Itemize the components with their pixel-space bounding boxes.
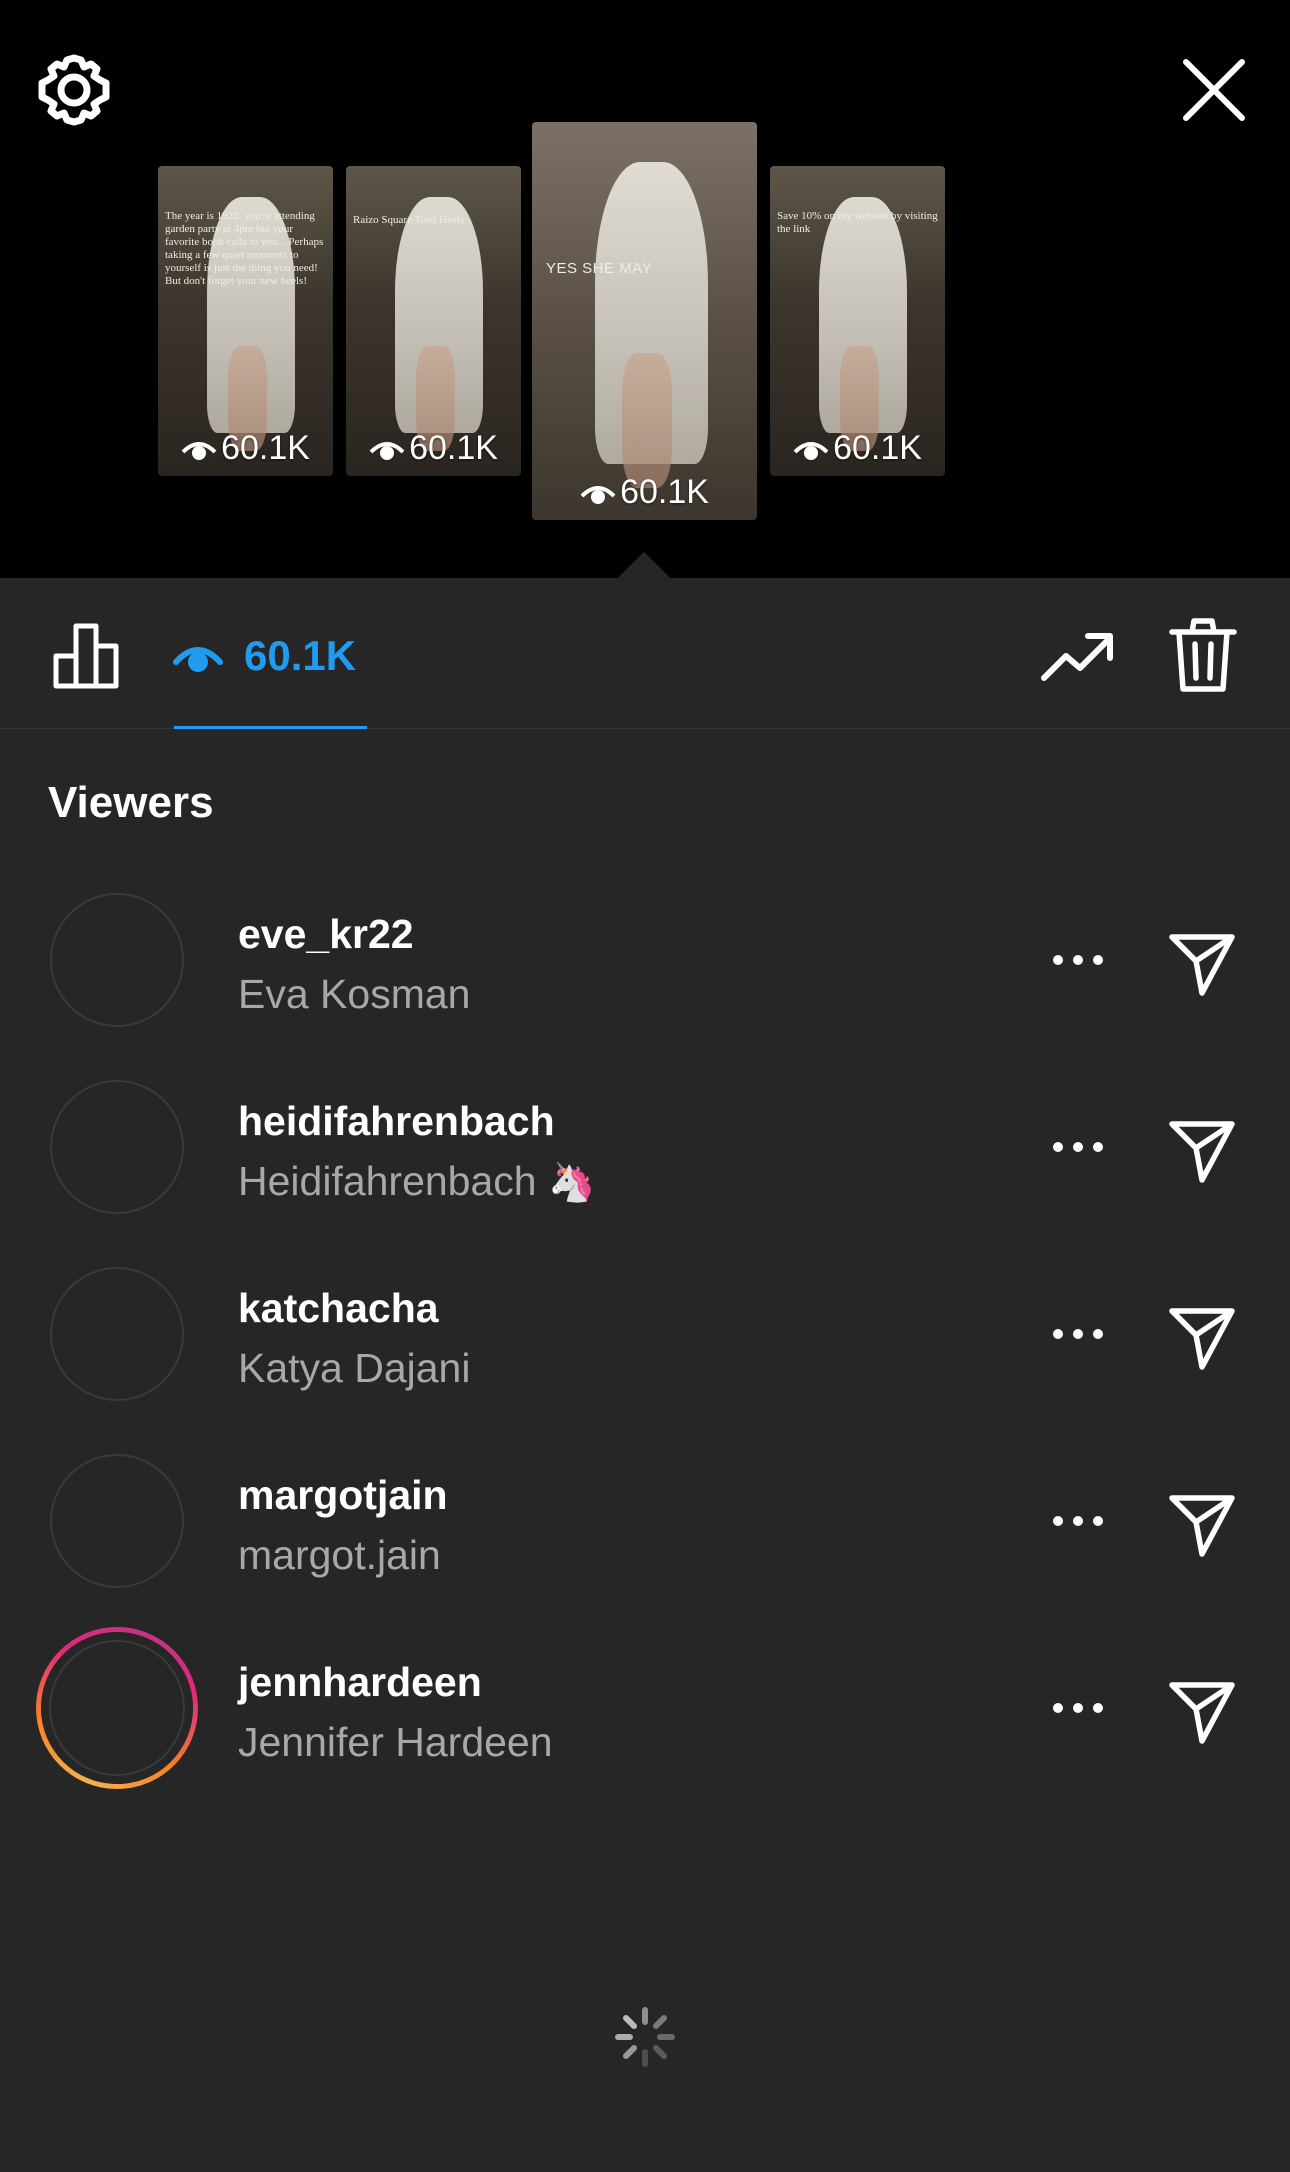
tab-underline <box>174 726 367 729</box>
more-options-icon[interactable] <box>1048 1319 1108 1349</box>
story-preview-header: The year is 1922, you're attending garde… <box>0 0 1290 578</box>
eye-icon <box>173 647 223 672</box>
story-thumbnail[interactable]: Save 10% on my website by visiting the l… <box>770 166 945 476</box>
avatar[interactable] <box>50 893 184 1027</box>
more-options-icon[interactable] <box>1048 1506 1108 1536</box>
story-tag: YES SHE MAY <box>546 260 653 277</box>
viewer-username: katchacha <box>238 1285 439 1331</box>
send-icon[interactable] <box>1166 1301 1238 1373</box>
viewer-name-text: margot.jain <box>238 1532 441 1578</box>
avatar[interactable] <box>50 1080 184 1214</box>
send-icon[interactable] <box>1166 1114 1238 1186</box>
story-thumbnail[interactable]: The year is 1922, you're attending garde… <box>158 166 333 476</box>
story-views-label: 60.1K <box>833 429 922 467</box>
viewer-username: jennhardeen <box>238 1659 482 1705</box>
story-view-count: 60.1K <box>346 429 521 468</box>
eye-icon <box>369 441 405 460</box>
unicorn-emoji: 🦄 <box>548 1162 596 1204</box>
loading-spinner-icon <box>615 2007 675 2067</box>
viewer-username: heidifahrenbach <box>238 1098 555 1144</box>
viewer-fullname: Jennifer Hardeen <box>238 1719 553 1766</box>
viewer-row[interactable]: margotjain margot.jain <box>0 1428 1290 1615</box>
views-count: 60.1K <box>244 632 357 679</box>
eye-icon <box>181 441 217 460</box>
avatar[interactable] <box>50 1454 184 1588</box>
views-tab[interactable]: 60.1K <box>172 628 356 684</box>
bar-chart-icon[interactable] <box>52 620 122 690</box>
viewer-name-text: Katya Dajani <box>238 1345 471 1391</box>
viewer-fullname: Heidifahrenbach 🦄 <box>238 1158 595 1205</box>
avatar-with-story-ring[interactable] <box>36 1627 198 1789</box>
viewer-name-text: Eva Kosman <box>238 971 471 1017</box>
story-caption: Raizo Square Toed Heels <box>353 214 465 226</box>
story-views-label: 60.1K <box>620 473 709 511</box>
story-view-count: 60.1K <box>158 429 333 468</box>
viewer-name-text: Jennifer Hardeen <box>238 1719 553 1765</box>
trash-icon[interactable] <box>1168 616 1238 694</box>
viewer-fullname: Eva Kosman <box>238 971 470 1018</box>
viewer-fullname: margot.jain <box>238 1532 441 1579</box>
viewer-fullname: Katya Dajani <box>238 1345 470 1392</box>
story-views-label: 60.1K <box>221 429 310 467</box>
send-icon[interactable] <box>1166 927 1238 999</box>
story-views-label: 60.1K <box>409 429 498 467</box>
viewer-row[interactable]: katchacha Katya Dajani <box>0 1241 1290 1428</box>
avatar-inner <box>49 1640 185 1776</box>
story-view-count: 60.1K <box>770 429 945 468</box>
viewer-row[interactable]: heidifahrenbach Heidifahrenbach 🦄 <box>0 1054 1290 1241</box>
close-icon[interactable] <box>1176 52 1252 128</box>
send-icon[interactable] <box>1166 1675 1238 1747</box>
story-photo-detail <box>622 352 672 489</box>
more-options-icon[interactable] <box>1048 945 1108 975</box>
viewer-row[interactable]: eve_kr22 Eva Kosman <box>0 867 1290 1054</box>
story-caption: The year is 1922, you're attending garde… <box>165 210 324 287</box>
more-options-icon[interactable] <box>1048 1693 1108 1723</box>
trending-up-icon[interactable] <box>1040 622 1116 690</box>
avatar[interactable] <box>50 1267 184 1401</box>
story-thumbnail[interactable]: Raizo Square Toed Heels 60.1K <box>346 166 521 476</box>
eye-icon <box>793 441 829 460</box>
send-icon[interactable] <box>1166 1488 1238 1560</box>
story-view-count: 60.1K <box>532 473 757 512</box>
viewer-username: margotjain <box>238 1472 448 1518</box>
story-caption: Save 10% on my website by visiting the l… <box>777 210 938 235</box>
viewers-title: Viewers <box>48 778 214 827</box>
story-thumbnail-selected[interactable]: YES SHE MAY 60.1K <box>532 122 757 520</box>
selected-story-pointer <box>616 548 672 578</box>
viewer-username: eve_kr22 <box>238 911 414 957</box>
more-options-icon[interactable] <box>1048 1132 1108 1162</box>
gear-icon[interactable] <box>36 52 112 128</box>
eye-icon <box>580 485 616 504</box>
viewer-row[interactable]: jennhardeen Jennifer Hardeen <box>0 1615 1290 1802</box>
viewer-name-text: Heidifahrenbach <box>238 1158 537 1204</box>
